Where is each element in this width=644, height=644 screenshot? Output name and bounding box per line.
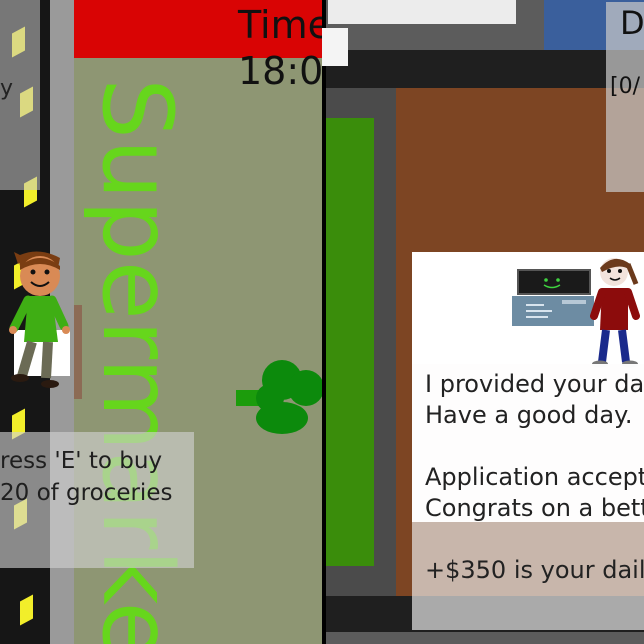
dialog-line1: I provided your da	[425, 370, 644, 398]
right-game-view: D [0/ I provided your da Have a good day…	[326, 0, 644, 644]
clerk-character	[590, 258, 640, 368]
grass-strip	[326, 118, 374, 566]
dialog-line4: Congrats on a bett	[425, 494, 644, 522]
side-info-text: y	[0, 76, 14, 101]
time-box	[322, 28, 348, 66]
dialog-line5: +$350 is your daily	[425, 556, 644, 584]
buy-prompt-panel: ress 'E' to buy 20 of groceries	[0, 432, 194, 568]
plant-icon	[236, 360, 322, 434]
computer-icon	[512, 269, 594, 326]
building-wall	[328, 0, 516, 24]
player-character	[9, 251, 70, 388]
left-game-view: Supermarket y ress 'E' to buy 20 of groc…	[0, 0, 322, 644]
dialog-box: I provided your da Have a good day. Appl…	[412, 252, 644, 630]
buy-prompt-line2: 20 of groceries	[0, 480, 173, 506]
quest-progress: [0/	[610, 74, 640, 99]
time-value: 18:00	[238, 49, 322, 93]
time-display: Time: 18:00	[238, 2, 322, 94]
dialog-portrait-area	[412, 252, 644, 368]
street	[326, 50, 644, 88]
dialog-line2: Have a good day.	[425, 401, 633, 429]
quest-title: D	[620, 4, 644, 42]
buy-prompt-line1: ress 'E' to buy	[0, 448, 163, 474]
time-label: Time:	[238, 3, 322, 47]
sidewalk-bottom	[326, 632, 644, 644]
dialog-line3: Application accept	[425, 463, 644, 491]
